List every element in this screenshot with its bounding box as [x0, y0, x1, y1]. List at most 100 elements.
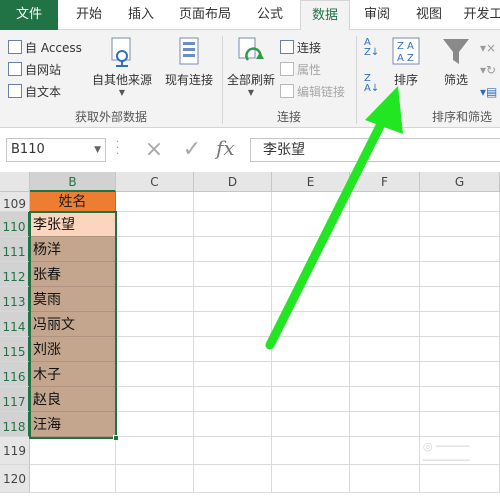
properties-button[interactable]: 属性: [280, 60, 321, 80]
grid-cell[interactable]: [420, 237, 500, 262]
column-header-d[interactable]: D: [194, 172, 272, 192]
grid-cell[interactable]: [194, 212, 272, 237]
table-cell[interactable]: 张春: [30, 262, 116, 287]
grid-cell[interactable]: [350, 312, 420, 337]
from-access-button[interactable]: 自 Access: [8, 38, 82, 58]
grid-cell[interactable]: [272, 192, 350, 212]
table-cell[interactable]: 冯丽文: [30, 312, 116, 337]
grid-cell[interactable]: [272, 287, 350, 312]
tab-developer[interactable]: 开发工: [460, 0, 500, 30]
row-header-119[interactable]: 119: [0, 437, 30, 465]
grid-cell[interactable]: [272, 437, 350, 465]
grid-cell[interactable]: [116, 337, 194, 362]
grid-cell[interactable]: [194, 437, 272, 465]
grid-cell[interactable]: [116, 362, 194, 387]
grid-cell[interactable]: [272, 312, 350, 337]
grid-cell[interactable]: [116, 312, 194, 337]
grid-cell[interactable]: [420, 337, 500, 362]
tab-data[interactable]: 数据: [300, 0, 350, 31]
grid-cell[interactable]: [272, 237, 350, 262]
filter-button[interactable]: 筛选: [436, 36, 476, 88]
grid-cell[interactable]: [272, 362, 350, 387]
row-header-118[interactable]: 118: [0, 412, 30, 437]
grid-cell[interactable]: [194, 337, 272, 362]
from-web-button[interactable]: 自网站: [8, 60, 61, 80]
grid-cell[interactable]: [194, 237, 272, 262]
grid-cell[interactable]: [350, 362, 420, 387]
grid-cell[interactable]: [194, 192, 272, 212]
grid-cell[interactable]: [116, 437, 194, 465]
sort-button[interactable]: Z A A Z 排序: [388, 36, 424, 88]
reapply-filter-button[interactable]: ▾↻: [480, 60, 500, 80]
fill-handle[interactable]: [113, 435, 119, 441]
table-cell[interactable]: 杨洋: [30, 237, 116, 262]
grid-cell[interactable]: [116, 412, 194, 437]
row-header-114[interactable]: 114: [0, 312, 30, 337]
grid-cell[interactable]: [194, 362, 272, 387]
grid-cell[interactable]: [116, 287, 194, 312]
tab-formulas[interactable]: 公式: [246, 0, 294, 30]
grid-cell[interactable]: [272, 337, 350, 362]
resize-handle-icon[interactable]: · · ·: [116, 138, 122, 160]
grid-cell[interactable]: [272, 387, 350, 412]
column-header-c[interactable]: C: [116, 172, 194, 192]
chevron-down-icon[interactable]: ▼: [94, 139, 101, 161]
select-all-corner[interactable]: [0, 172, 30, 192]
row-header-110[interactable]: 110: [0, 212, 30, 237]
tab-page-layout[interactable]: 页面布局: [172, 0, 238, 30]
row-header-111[interactable]: 111: [0, 237, 30, 262]
grid-cell[interactable]: [272, 262, 350, 287]
table-cell[interactable]: 木子: [30, 362, 116, 387]
table-cell[interactable]: 赵良: [30, 387, 116, 412]
row-header-113[interactable]: 113: [0, 287, 30, 312]
row-header-109[interactable]: 109: [0, 192, 30, 212]
column-header-g[interactable]: G: [420, 172, 500, 192]
sort-descending-button[interactable]: Z A↓: [364, 74, 384, 94]
grid-cell[interactable]: [272, 212, 350, 237]
grid-cell[interactable]: [350, 192, 420, 212]
refresh-all-button[interactable]: 全部刷新 ▼: [226, 36, 276, 98]
row-header-112[interactable]: 112: [0, 262, 30, 287]
grid-cell[interactable]: [116, 237, 194, 262]
name-box[interactable]: B110 ▼: [6, 138, 106, 162]
from-other-sources-button[interactable]: 自其他来源 ▼: [90, 36, 154, 98]
grid-cell[interactable]: [420, 262, 500, 287]
grid-cell[interactable]: [350, 237, 420, 262]
clear-filter-button[interactable]: ▾×: [480, 38, 500, 58]
grid-cell[interactable]: [420, 387, 500, 412]
grid-cell[interactable]: [350, 337, 420, 362]
grid-cell[interactable]: [272, 465, 350, 493]
cancel-icon[interactable]: ×: [140, 136, 168, 164]
row-header-120[interactable]: 120: [0, 465, 30, 493]
grid-cell[interactable]: [350, 262, 420, 287]
grid-cell[interactable]: [350, 212, 420, 237]
column-header-e[interactable]: E: [272, 172, 350, 192]
table-cell[interactable]: [30, 437, 116, 465]
grid-cell[interactable]: [272, 412, 350, 437]
grid-cell[interactable]: [420, 287, 500, 312]
grid-cell[interactable]: [116, 212, 194, 237]
sort-ascending-button[interactable]: A Z↓: [364, 38, 384, 58]
tab-file[interactable]: 文件: [0, 0, 58, 30]
tab-review[interactable]: 审阅: [354, 0, 400, 30]
grid-cell[interactable]: [194, 387, 272, 412]
edit-links-button[interactable]: 编辑链接: [280, 82, 345, 102]
table-cell[interactable]: [30, 465, 116, 493]
row-header-115[interactable]: 115: [0, 337, 30, 362]
grid-cell[interactable]: [420, 312, 500, 337]
grid-cell[interactable]: [420, 412, 500, 437]
row-header-116[interactable]: 116: [0, 362, 30, 387]
table-cell[interactable]: 汪海: [30, 412, 116, 437]
column-header-cell-name[interactable]: 姓名: [30, 192, 116, 212]
grid-cell[interactable]: [194, 287, 272, 312]
column-header-b[interactable]: B: [30, 172, 116, 192]
column-header-f[interactable]: F: [350, 172, 420, 192]
grid-cell[interactable]: [420, 362, 500, 387]
existing-connections-button[interactable]: 现有连接: [160, 36, 218, 88]
row-header-117[interactable]: 117: [0, 387, 30, 412]
grid-cell[interactable]: [420, 192, 500, 212]
grid-cell[interactable]: [350, 412, 420, 437]
grid-cell[interactable]: [116, 192, 194, 212]
grid-cell[interactable]: [116, 262, 194, 287]
table-cell-active[interactable]: 李张望: [30, 212, 116, 237]
